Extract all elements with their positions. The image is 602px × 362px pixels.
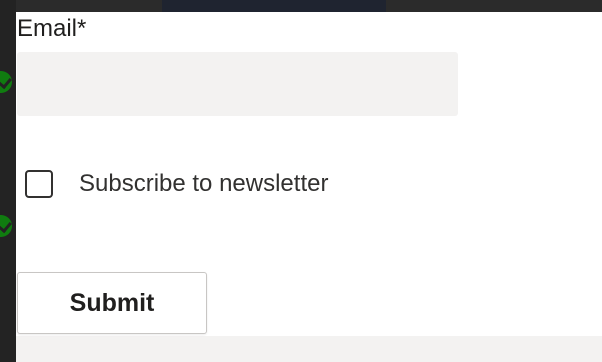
background-panel — [162, 0, 386, 12]
newsletter-checkbox-row[interactable]: Subscribe to newsletter — [25, 166, 328, 202]
background-header-strip — [0, 0, 602, 12]
check-circle-icon — [0, 71, 12, 93]
signup-form: Email* Subscribe to newsletter Submit — [16, 12, 602, 336]
email-label: Email* — [17, 15, 87, 42]
email-input[interactable] — [17, 52, 458, 116]
submit-button[interactable]: Submit — [17, 272, 207, 334]
background-footer-strip — [16, 336, 602, 362]
check-circle-icon — [0, 215, 12, 237]
newsletter-checkbox[interactable] — [25, 170, 53, 198]
newsletter-label[interactable]: Subscribe to newsletter — [79, 169, 328, 199]
background-list-strip — [0, 0, 16, 362]
